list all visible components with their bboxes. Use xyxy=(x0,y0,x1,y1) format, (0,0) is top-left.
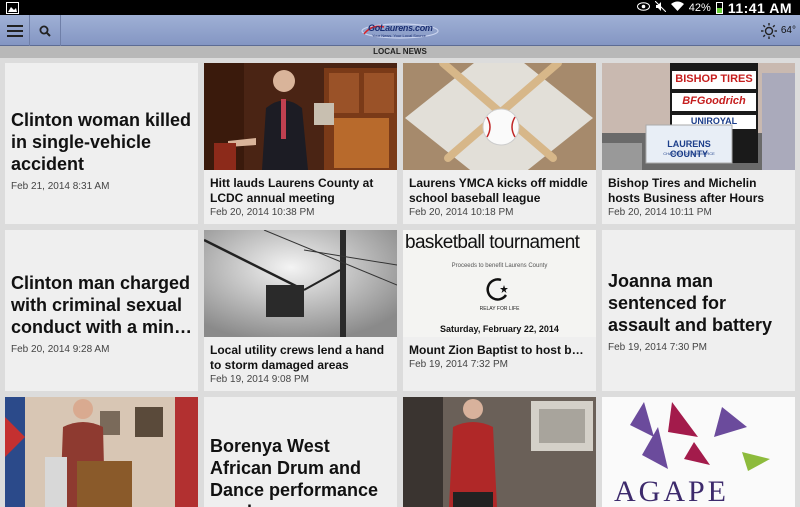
article-thumbnail xyxy=(204,230,397,337)
article-date: Feb 19, 2014 7:30 PM xyxy=(608,342,707,353)
eye-icon xyxy=(636,1,650,14)
menu-button[interactable] xyxy=(0,15,30,46)
logo-text: GoLaurens.com xyxy=(368,23,433,33)
article-tile[interactable]: Local utility crews lend a hand to storm… xyxy=(204,230,397,391)
article-tile[interactable]: Clinton man charged with criminal sexual… xyxy=(5,230,198,391)
article-thumbnail: AGAPE xyxy=(602,397,795,507)
logo-text: AGAPE xyxy=(614,475,730,507)
status-bar: 42% 11:41 AM xyxy=(0,0,800,16)
search-button[interactable] xyxy=(30,15,61,46)
sign-text: UNIROYAL xyxy=(690,116,738,126)
hamburger-icon xyxy=(6,24,23,37)
article-title: Hitt lauds Laurens County at LCDC annual… xyxy=(210,176,374,205)
article-title: Laurens YMCA kicks off middle school bas… xyxy=(409,176,588,205)
battery-icon xyxy=(715,1,723,14)
article-tile[interactable] xyxy=(403,397,596,507)
mute-icon xyxy=(654,0,667,15)
article-title: Local utility crews lend a hand to storm… xyxy=(210,343,385,372)
sun-icon xyxy=(760,22,777,39)
banner-text: LAURENS COUNTY xyxy=(667,139,711,159)
sign-text: BFGoodrich xyxy=(682,95,746,107)
article-tile[interactable]: Clinton woman killed in single-vehicle a… xyxy=(5,63,198,224)
article-date: Feb 19, 2014 7:32 PM xyxy=(409,359,508,370)
article-date: Feb 21, 2014 8:31 AM xyxy=(11,181,110,192)
poster-date: Saturday, February 22, 2014 xyxy=(440,324,559,334)
article-thumbnail: basketball tournament Proceeds to benefi… xyxy=(403,230,596,337)
article-tile[interactable]: BISHOP TIRES BFGoodrich UNIROYAL LAURENS… xyxy=(602,63,795,224)
article-date: Feb 20, 2014 10:38 PM xyxy=(210,207,315,218)
banner-subtext: CHAMBER OF COMMERCE xyxy=(663,151,715,156)
relay-for-life-logo xyxy=(486,278,508,301)
article-thumbnail xyxy=(403,63,596,170)
article-title: Clinton man charged with criminal sexual… xyxy=(11,273,193,337)
logo-tagline: Your News. Your Local Source xyxy=(372,33,426,38)
app-bar: GoLaurens.com Your News. Your Local Sour… xyxy=(0,15,800,46)
article-thumbnail xyxy=(5,397,198,507)
article-date: Feb 19, 2014 9:08 PM xyxy=(210,374,309,385)
poster-subtext: Proceeds to benefit Laurens County xyxy=(451,263,548,269)
article-title: Clinton woman killed in single-vehicle a… xyxy=(11,110,192,174)
article-title: Joanna man sentenced for assault and bat… xyxy=(608,271,773,335)
search-icon xyxy=(39,25,51,37)
article-date: Feb 20, 2014 10:11 PM xyxy=(608,207,712,218)
article-tile[interactable]: basketball tournament Proceeds to benefi… xyxy=(403,230,596,391)
news-grid: Clinton woman killed in single-vehicle a… xyxy=(0,58,800,507)
article-thumbnail xyxy=(204,63,397,170)
article-tile[interactable]: Hitt lauds Laurens County at LCDC annual… xyxy=(204,63,397,224)
poster-relay: RELAY FOR LIFE xyxy=(479,306,520,312)
sign-text: BISHOP TIRES xyxy=(675,73,753,85)
article-date: Feb 20, 2014 10:18 PM xyxy=(409,207,514,218)
section-header: LOCAL NEWS xyxy=(0,46,800,58)
article-tile[interactable]: Joanna man sentenced for assault and bat… xyxy=(602,230,795,391)
article-thumbnail: BISHOP TIRES BFGoodrich UNIROYAL LAURENS… xyxy=(602,63,795,170)
article-title: Bishop Tires and Michelin hosts Business… xyxy=(608,176,765,205)
article-tile[interactable]: Borenya West African Drum and Dance perf… xyxy=(204,397,397,507)
article-thumbnail xyxy=(403,397,596,507)
battery-percent: 42% xyxy=(688,1,711,14)
temperature: 64° xyxy=(780,25,796,36)
wifi-icon xyxy=(670,1,684,15)
article-tile[interactable]: Laurens YMCA kicks off middle school bas… xyxy=(403,63,596,224)
poster-heading: basketball tournament xyxy=(405,232,580,253)
article-date: Feb 20, 2014 9:28 AM xyxy=(11,344,110,355)
article-tile[interactable] xyxy=(5,397,198,507)
clock: 11:41 AM xyxy=(727,0,792,16)
article-title: Mount Zion Baptist to host basketball to… xyxy=(409,343,590,357)
app-logo[interactable]: GoLaurens.com Your News. Your Local Sour… xyxy=(360,22,440,40)
weather-widget[interactable]: 64° xyxy=(760,15,796,46)
article-title: Borenya West African Drum and Dance perf… xyxy=(210,436,379,507)
article-tile[interactable]: AGAPE xyxy=(602,397,795,507)
